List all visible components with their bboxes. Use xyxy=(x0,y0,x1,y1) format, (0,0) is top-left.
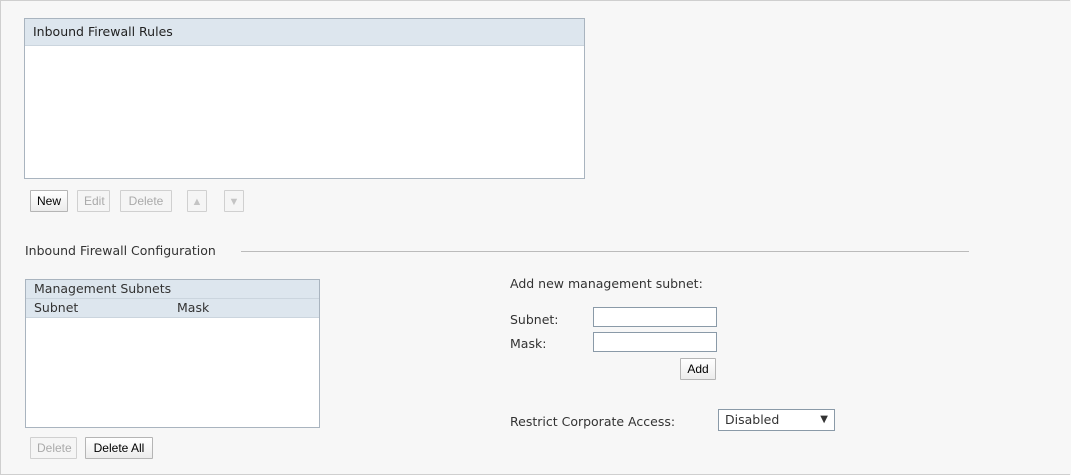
column-subnet: Subnet xyxy=(34,300,79,315)
management-subnets-list[interactable]: Management Subnets Subnet Mask xyxy=(25,279,320,428)
restrict-access-value: Disabled xyxy=(725,412,780,427)
chevron-down-icon: ▼ xyxy=(820,414,828,425)
restrict-access-select[interactable]: Disabled ▼ xyxy=(718,409,835,431)
subnets-column-header: Subnet Mask xyxy=(26,299,319,318)
restrict-access-label: Restrict Corporate Access: xyxy=(510,414,676,429)
delete-subnet-button[interactable]: Delete xyxy=(30,437,77,459)
legend-divider xyxy=(241,251,969,252)
management-subnets-title: Management Subnets xyxy=(26,280,319,299)
config-legend: Inbound Firewall Configuration xyxy=(25,243,216,258)
subnet-input[interactable] xyxy=(593,307,717,327)
new-rule-button[interactable]: New xyxy=(30,190,68,212)
mask-input[interactable] xyxy=(593,332,717,352)
mask-label: Mask: xyxy=(510,336,547,351)
arrow-down-icon: ▼ xyxy=(228,196,240,208)
edit-rule-button[interactable]: Edit xyxy=(77,190,110,212)
subnet-label: Subnet: xyxy=(510,312,559,327)
move-up-button[interactable]: ▲ xyxy=(187,190,207,212)
add-subnet-button[interactable]: Add xyxy=(680,358,716,380)
delete-rule-button[interactable]: Delete xyxy=(120,190,172,212)
add-subnet-heading: Add new management subnet: xyxy=(510,276,703,291)
move-down-button[interactable]: ▼ xyxy=(224,190,244,212)
inbound-rules-list[interactable]: Inbound Firewall Rules xyxy=(24,18,585,179)
arrow-up-icon: ▲ xyxy=(191,196,203,208)
column-mask: Mask xyxy=(177,300,210,315)
delete-all-subnets-button[interactable]: Delete All xyxy=(85,437,153,459)
inbound-rules-title: Inbound Firewall Rules xyxy=(25,19,584,46)
